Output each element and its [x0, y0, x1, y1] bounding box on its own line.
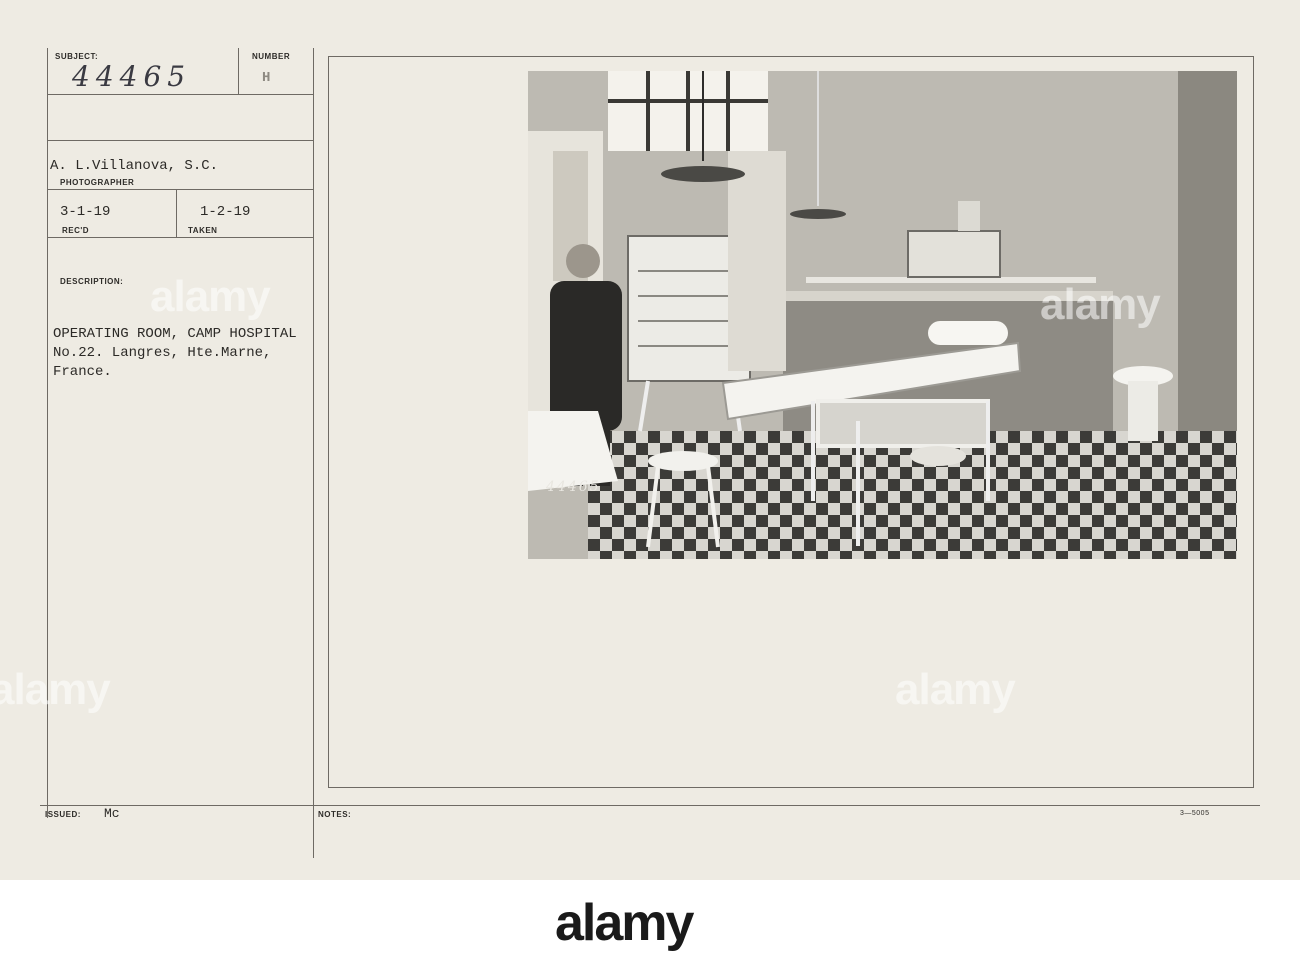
- frame-top-line: [328, 56, 1254, 57]
- received-label: REC'D: [62, 226, 90, 235]
- issued-label: ISSUED:: [45, 810, 81, 819]
- frame-left-line: [328, 56, 329, 788]
- archive-card: SUBJECT: 44465 NUMBER H A. L.Villanova, …: [0, 0, 1300, 880]
- photographer-underline: [47, 189, 313, 190]
- watermark-4: alamy: [895, 665, 1016, 714]
- photo-inscribed-number: 44465: [546, 479, 601, 495]
- description-line-2: No.22. Langres, Hte.Marne,: [53, 345, 272, 361]
- photographer-name: A. L.Villanova, S.C.: [50, 158, 219, 174]
- taken-date: 1-2-19: [200, 204, 251, 220]
- subject-number: 44465: [72, 60, 192, 93]
- number-stamp: H: [262, 70, 271, 86]
- watermark-3: alamy: [0, 665, 111, 714]
- number-label: NUMBER: [252, 52, 291, 61]
- watermark-1: alamy: [150, 272, 271, 321]
- frame-bottom-line: [328, 787, 1254, 788]
- notes-label: NOTES:: [318, 810, 352, 819]
- brand-logo: alamy: [555, 894, 694, 952]
- subject-underline: [47, 94, 313, 95]
- description-line-3: France.: [53, 364, 112, 380]
- taken-label: TAKEN: [188, 226, 218, 235]
- dates-divider-line: [176, 189, 177, 237]
- photographer-label: PHOTOGRAPHER: [60, 178, 135, 187]
- issued-initials: Mc: [104, 806, 120, 821]
- description-line-1: OPERATING ROOM, CAMP HOSPITAL: [53, 326, 297, 342]
- received-date: 3-1-19: [60, 204, 111, 220]
- dates-underline: [47, 237, 313, 238]
- watermark-2: alamy: [1040, 280, 1161, 329]
- frame-right-line: [1253, 56, 1254, 788]
- description-label: DESCRIPTION:: [60, 277, 124, 286]
- form-number: 3—5005: [1180, 810, 1210, 817]
- top-rule-2: [47, 140, 313, 141]
- number-divider-line: [238, 48, 239, 94]
- bottom-rule: [40, 805, 1260, 806]
- column-divider-line: [313, 48, 314, 858]
